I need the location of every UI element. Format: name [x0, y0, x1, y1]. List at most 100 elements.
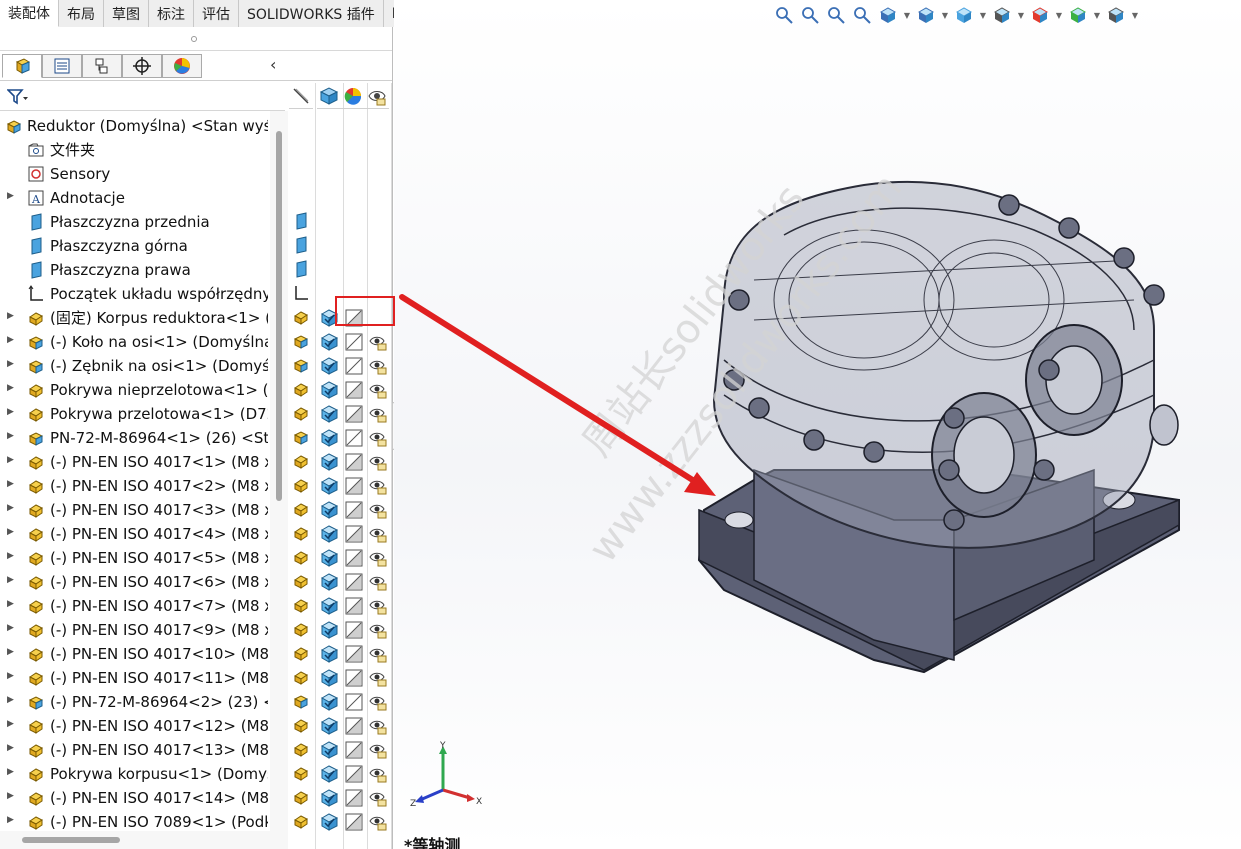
tree-item[interactable]: Płaszczyzna przednia	[0, 210, 270, 234]
expand-arrow-icon[interactable]: ▶	[7, 503, 14, 513]
part-cell[interactable]	[292, 380, 312, 400]
part-cell[interactable]	[292, 500, 312, 520]
eye-cell[interactable]	[368, 380, 388, 400]
expand-arrow-icon[interactable]: ▶	[7, 479, 14, 489]
transEmpty-cell[interactable]	[344, 428, 364, 448]
filter-icon[interactable]	[6, 88, 29, 111]
expand-arrow-icon[interactable]: ▶	[7, 575, 14, 585]
part-cell[interactable]	[292, 404, 312, 424]
eye-cell[interactable]	[368, 812, 388, 832]
part-cell[interactable]	[292, 548, 312, 568]
tree-item[interactable]: ▶ (-) Koło na osi<1> (Domyślna)	[0, 330, 270, 354]
part-cell[interactable]	[292, 524, 312, 544]
cube-cell[interactable]	[320, 644, 340, 664]
eye-cell[interactable]	[368, 548, 388, 568]
part-cell[interactable]	[292, 716, 312, 736]
panel-grip-bar[interactable]	[0, 27, 392, 51]
collapse-panel-icon[interactable]: ‹	[270, 55, 276, 74]
asm-cell[interactable]	[292, 692, 312, 712]
cube-cell[interactable]	[320, 740, 340, 760]
hide-show-icon[interactable]	[289, 83, 313, 109]
trans-cell[interactable]	[344, 500, 364, 520]
trans-cell[interactable]	[344, 596, 364, 616]
tree-item[interactable]: ▶ (-) PN-EN ISO 4017<3> (M8 x 25)	[0, 498, 270, 522]
configurationmanager-tab[interactable]	[82, 54, 122, 78]
cube-cell[interactable]	[320, 476, 340, 496]
tree-item[interactable]: Płaszczyzna górna	[0, 234, 270, 258]
expand-arrow-icon[interactable]: ▶	[7, 647, 14, 657]
part-cell[interactable]	[292, 308, 312, 328]
tree-root[interactable]: Reduktor (Domyślna) <Stan wyświetlania-1…	[0, 114, 270, 138]
tree-item[interactable]: ▶ (-) PN-EN ISO 4017<2> (M8 x 25)	[0, 474, 270, 498]
asm-cell[interactable]	[292, 428, 312, 448]
part-cell[interactable]	[292, 668, 312, 688]
tab-5[interactable]: SOLIDWORKS 插件	[239, 0, 384, 27]
transEmpty-cell[interactable]	[344, 356, 364, 376]
part-cell[interactable]	[292, 620, 312, 640]
scroll-thumb[interactable]	[22, 837, 120, 843]
tree-item[interactable]: ▶ (-) PN-EN ISO 4017<7> (M8 x 25)	[0, 594, 270, 618]
tree-item[interactable]: ▶ Pokrywa korpusu<1> (Domyślna)	[0, 762, 270, 786]
part-cell[interactable]	[292, 788, 312, 808]
plane-cell[interactable]	[292, 236, 312, 256]
part-cell[interactable]	[292, 644, 312, 664]
tab-4[interactable]: 评估	[194, 0, 239, 27]
trans-cell[interactable]	[344, 452, 364, 472]
origin-cell[interactable]	[292, 284, 312, 304]
expand-arrow-icon[interactable]: ▶	[7, 335, 14, 345]
tree-item[interactable]: ▶ (-) PN-EN ISO 4017<13> (M8 x 25)	[0, 738, 270, 762]
tree-horizontal-scrollbar[interactable]	[0, 831, 270, 849]
expand-arrow-icon[interactable]: ▶	[7, 623, 14, 633]
expand-arrow-icon[interactable]: ▶	[7, 695, 14, 705]
cube-cell[interactable]	[320, 332, 340, 352]
propertymanager-tab[interactable]	[42, 54, 82, 78]
cube-cell[interactable]	[320, 620, 340, 640]
transEmpty-cell[interactable]	[344, 332, 364, 352]
trans-cell[interactable]	[344, 644, 364, 664]
tree-item[interactable]: Sensory	[0, 162, 270, 186]
expand-arrow-icon[interactable]: ▶	[7, 407, 14, 417]
trans-cell[interactable]	[344, 476, 364, 496]
trans-cell[interactable]	[344, 812, 364, 832]
eye-cell[interactable]	[368, 452, 388, 472]
tab-2[interactable]: 草图	[104, 0, 149, 27]
scroll-thumb[interactable]	[276, 131, 282, 501]
eye-cell[interactable]	[368, 332, 388, 352]
eye-cell[interactable]	[368, 500, 388, 520]
tree-item[interactable]: ▶ Pokrywa nieprzelotowa<1> (Domyślna)	[0, 378, 270, 402]
cube-cell[interactable]	[320, 764, 340, 784]
cube-cell[interactable]	[320, 668, 340, 688]
part-cell[interactable]	[292, 812, 312, 832]
eye-cell[interactable]	[368, 404, 388, 424]
expand-arrow-icon[interactable]: ▶	[7, 311, 14, 321]
expand-arrow-icon[interactable]: ▶	[7, 743, 14, 753]
trans-cell[interactable]	[344, 740, 364, 760]
eye-cell[interactable]	[368, 740, 388, 760]
eye-cell[interactable]	[368, 692, 388, 712]
cube-cell[interactable]	[320, 716, 340, 736]
cube-cell[interactable]	[320, 500, 340, 520]
appearance-icon[interactable]	[341, 83, 365, 109]
expand-arrow-icon[interactable]: ▶	[7, 719, 14, 729]
tree-item[interactable]: ▶ (-) PN-EN ISO 4017<12> (M8 x 25)	[0, 714, 270, 738]
expand-arrow-icon[interactable]: ▶	[7, 599, 14, 609]
tree-item[interactable]: ▶ (-) PN-EN ISO 4017<6> (M8 x 25)	[0, 570, 270, 594]
expand-arrow-icon[interactable]: ▶	[7, 455, 14, 465]
tree-item[interactable]: ▶ (-) PN-EN ISO 4017<1> (M8 x 25)	[0, 450, 270, 474]
display-mode-icon[interactable]	[317, 83, 341, 109]
eye-cell[interactable]	[368, 668, 388, 688]
plane-cell[interactable]	[292, 260, 312, 280]
eye-cell[interactable]	[368, 620, 388, 640]
displaymanager-tab[interactable]	[162, 54, 202, 78]
part-cell[interactable]	[292, 572, 312, 592]
eye-cell[interactable]	[368, 788, 388, 808]
expand-arrow-icon[interactable]: ▶	[7, 767, 14, 777]
expand-arrow-icon[interactable]: ▶	[7, 551, 14, 561]
trans-cell[interactable]	[344, 380, 364, 400]
cube-cell[interactable]	[320, 380, 340, 400]
tree-item[interactable]: ▶ (-) PN-EN ISO 4017<5> (M8 x 25)	[0, 546, 270, 570]
expand-arrow-icon[interactable]: ▶	[7, 191, 14, 201]
featuremanager-tab[interactable]	[2, 54, 42, 78]
eye-cell[interactable]	[368, 572, 388, 592]
part-cell[interactable]	[292, 476, 312, 496]
